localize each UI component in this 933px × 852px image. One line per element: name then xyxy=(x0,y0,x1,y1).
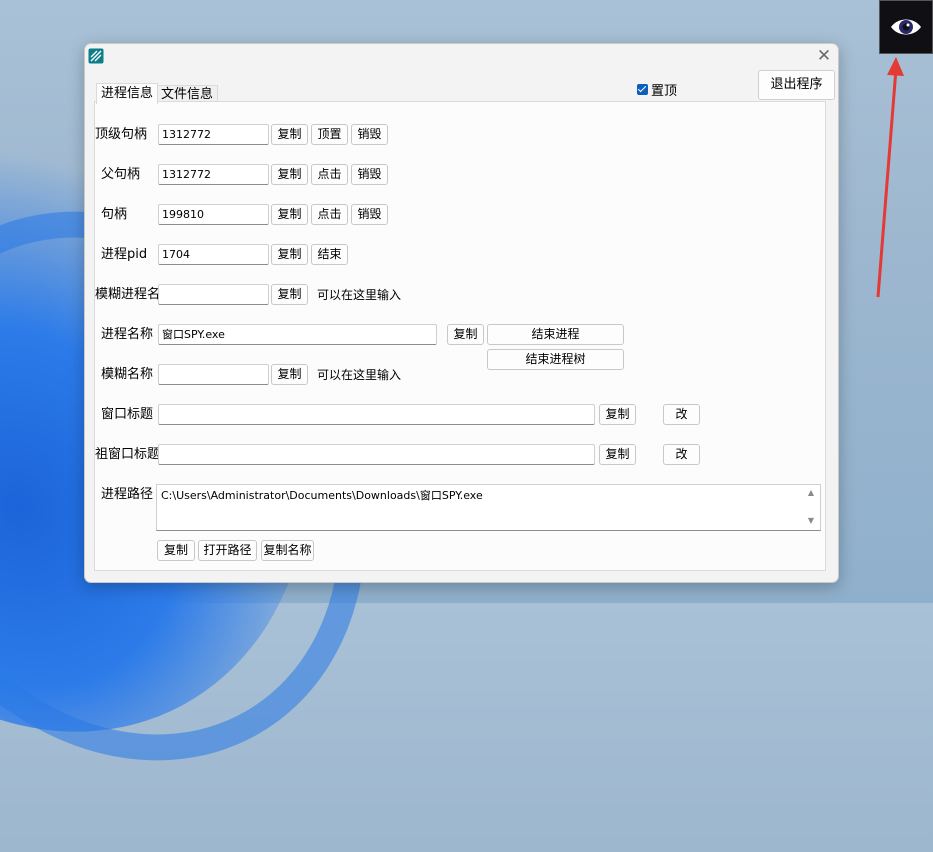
window-title-copy-button[interactable]: 复制 xyxy=(599,404,636,425)
window-title-label: 窗口标题 xyxy=(101,407,154,422)
top-handle-destroy-button[interactable]: 销毁 xyxy=(351,124,388,145)
end-process-tree-button[interactable]: 结束进程树 xyxy=(487,349,624,370)
path-textarea[interactable]: C:\Users\Administrator\Documents\Downloa… xyxy=(156,484,821,531)
process-name-label: 进程名称 xyxy=(101,327,154,342)
path-label: 进程路径 xyxy=(101,487,154,502)
fuzzy-name-hint: 可以在这里输入 xyxy=(317,368,402,382)
topmost-checkbox[interactable]: 置顶 xyxy=(637,81,678,99)
fuzzy-process-hint: 可以在这里输入 xyxy=(317,288,402,302)
red-arrow-annotation xyxy=(876,57,904,298)
checkbox-icon xyxy=(637,83,648,95)
tab-process-info[interactable]: 进程信息 xyxy=(96,83,159,104)
end-process-button[interactable]: 结束进程 xyxy=(487,324,624,345)
handle-click-button[interactable]: 点击 xyxy=(311,204,348,225)
window-title-edit-button[interactable]: 改 xyxy=(663,404,700,425)
root-title-input[interactable] xyxy=(158,444,595,465)
root-title-label: 祖窗口标题 xyxy=(95,447,161,462)
exit-button[interactable]: 退出程序 xyxy=(758,70,835,100)
copy-name-button[interactable]: 复制名称 xyxy=(261,540,314,561)
spy-window: ✕ 进程信息 文件信息 置顶 退出程序 顶级句柄 1312772 复制 顶置 销… xyxy=(84,43,839,583)
handle-input[interactable]: 199810 xyxy=(158,204,269,225)
window-title-input[interactable] xyxy=(158,404,595,425)
path-text: C:\Users\Administrator\Documents\Downloa… xyxy=(161,489,483,502)
pid-copy-button[interactable]: 复制 xyxy=(271,244,308,265)
fuzzy-process-label: 模糊进程名 xyxy=(95,287,161,302)
handle-label: 句柄 xyxy=(101,207,128,222)
parent-handle-click-button[interactable]: 点击 xyxy=(311,164,348,185)
close-icon[interactable]: ✕ xyxy=(815,47,833,65)
eye-icon xyxy=(891,19,921,35)
parent-handle-label: 父句柄 xyxy=(101,167,141,182)
root-title-copy-button[interactable]: 复制 xyxy=(599,444,636,465)
top-handle-label: 顶级句柄 xyxy=(95,127,148,142)
fuzzy-process-input[interactable] xyxy=(158,284,269,305)
root-title-edit-button[interactable]: 改 xyxy=(663,444,700,465)
app-icon xyxy=(88,48,104,64)
process-name-input[interactable]: 窗口SPY.exe xyxy=(158,324,437,345)
path-copy-button[interactable]: 复制 xyxy=(157,540,195,561)
topmost-label: 置顶 xyxy=(651,83,678,99)
parent-handle-destroy-button[interactable]: 销毁 xyxy=(351,164,388,185)
scroll-down-icon[interactable]: ▼ xyxy=(805,515,817,527)
parent-handle-input[interactable]: 1312772 xyxy=(158,164,269,185)
pid-input[interactable]: 1704 xyxy=(158,244,269,265)
eye-icon-button[interactable] xyxy=(879,0,933,54)
pid-end-button[interactable]: 结束 xyxy=(311,244,348,265)
process-name-copy-button[interactable]: 复制 xyxy=(447,324,484,345)
top-handle-topmost-button[interactable]: 顶置 xyxy=(311,124,348,145)
fuzzy-name-copy-button[interactable]: 复制 xyxy=(271,364,308,385)
fuzzy-name-label: 模糊名称 xyxy=(101,367,154,382)
open-path-button[interactable]: 打开路径 xyxy=(198,540,257,561)
top-handle-input[interactable]: 1312772 xyxy=(158,124,269,145)
pid-label: 进程pid xyxy=(101,247,148,262)
top-handle-copy-button[interactable]: 复制 xyxy=(271,124,308,145)
fuzzy-process-copy-button[interactable]: 复制 xyxy=(271,284,308,305)
parent-handle-copy-button[interactable]: 复制 xyxy=(271,164,308,185)
handle-destroy-button[interactable]: 销毁 xyxy=(351,204,388,225)
fuzzy-name-input[interactable] xyxy=(158,364,269,385)
scroll-up-icon[interactable]: ▲ xyxy=(805,487,817,499)
handle-copy-button[interactable]: 复制 xyxy=(271,204,308,225)
